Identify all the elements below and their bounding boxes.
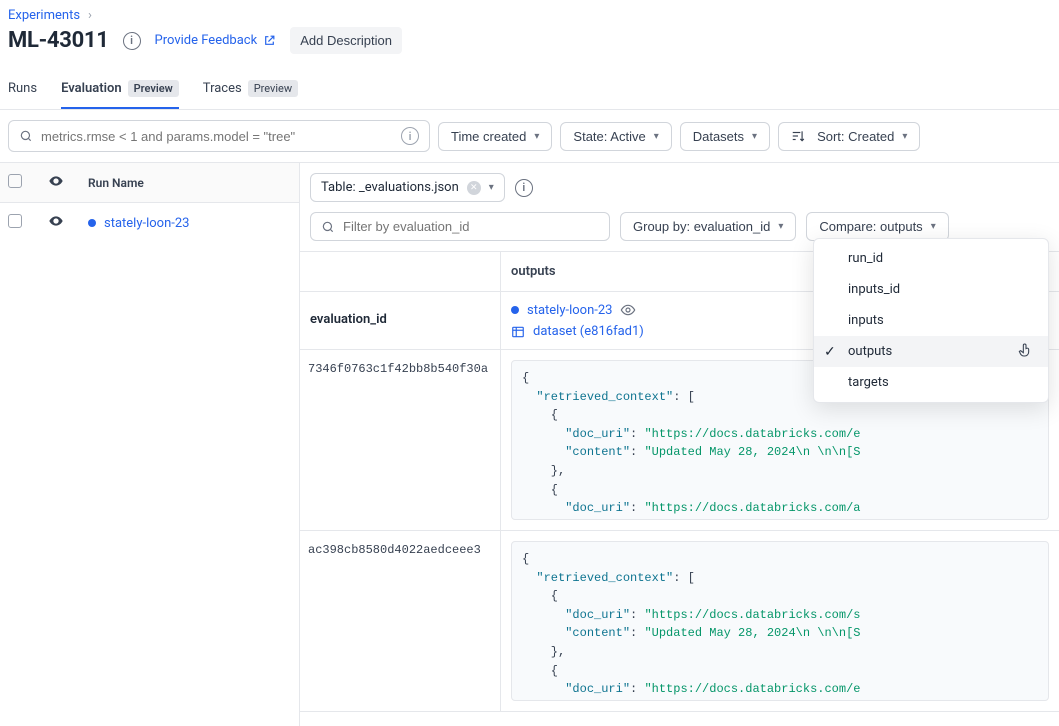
table-selector[interactable]: Table: _evaluations.json ✕ ▾: [310, 173, 505, 202]
chevron-down-icon: ▾: [752, 131, 757, 142]
search-input[interactable]: [41, 129, 393, 144]
search-box[interactable]: i: [8, 120, 430, 152]
compare-option-label: inputs: [848, 313, 884, 328]
info-icon[interactable]: i: [123, 32, 141, 50]
sort-icon: [791, 129, 805, 143]
compare-option-label: outputs: [848, 344, 892, 359]
filter-box[interactable]: [310, 212, 610, 241]
run-name-header: Run Name: [88, 176, 291, 190]
runs-pane: Run Name stately-loon-23: [0, 163, 300, 726]
eval-toolbar-1: Table: _evaluations.json ✕ ▾ i: [300, 163, 1059, 212]
search-icon: [321, 220, 335, 234]
chevron-down-icon: ▾: [654, 131, 659, 142]
tab-runs[interactable]: Runs: [8, 70, 37, 109]
compare-menu: run_id inputs_idinputs ✓ outputs targets: [813, 238, 1049, 403]
datasets-label: Datasets: [693, 129, 744, 144]
time-created-label: Time created: [451, 129, 526, 144]
state-dropdown[interactable]: State: Active ▾: [560, 122, 671, 151]
state-label: State: Active: [573, 129, 645, 144]
compare-dropdown[interactable]: Compare: outputs ▾: [806, 212, 948, 241]
breadcrumb-experiments[interactable]: Experiments: [8, 8, 80, 23]
toolbar: i Time created ▾ State: Active ▾ Dataset…: [0, 110, 1059, 162]
evaluation-pane: Table: _evaluations.json ✕ ▾ i Group by:…: [300, 163, 1059, 726]
sort-dropdown[interactable]: Sort: Created ▾: [778, 122, 920, 151]
eye-icon[interactable]: [620, 302, 636, 318]
check-icon: ✓: [824, 344, 836, 360]
status-dot-icon: [88, 219, 96, 227]
run-name-label: stately-loon-23: [104, 216, 189, 231]
run-link[interactable]: stately-loon-23: [527, 303, 612, 318]
tab-runs-label: Runs: [8, 81, 37, 96]
info-icon[interactable]: i: [515, 179, 533, 197]
provide-feedback-label: Provide Feedback: [155, 33, 258, 48]
search-icon: [19, 129, 33, 143]
chevron-down-icon: ▾: [489, 182, 494, 193]
sort-label: Sort: Created: [817, 129, 894, 144]
compare-option-label: run_id: [848, 251, 883, 266]
group-by-label: Group by: evaluation_id: [633, 219, 770, 234]
chevron-down-icon: ▾: [902, 131, 907, 142]
chevron-down-icon: ▾: [931, 221, 936, 232]
compare-option-label: inputs_id: [848, 282, 900, 297]
outputs-cell: { "retrieved_context": [ { "doc_uri": "h…: [500, 531, 1059, 711]
visibility-header-icon[interactable]: [48, 173, 88, 192]
compare-option-targets[interactable]: targets: [814, 367, 1048, 398]
select-all-checkbox[interactable]: [8, 174, 22, 188]
eval-row: ac398cb8580d4022aedceee3{ "retrieved_con…: [300, 531, 1059, 712]
filter-input[interactable]: [343, 219, 599, 234]
clear-table-icon[interactable]: ✕: [467, 181, 481, 195]
compare-label: Compare: outputs: [819, 219, 922, 234]
tab-evaluation-label: Evaluation: [61, 81, 122, 96]
add-description-button[interactable]: Add Description: [290, 27, 402, 54]
evaluation-id-cell[interactable]: 7346f0763c1f42bb8b540f30a: [300, 350, 500, 530]
preview-badge: Preview: [248, 80, 298, 97]
compare-option-outputs[interactable]: ✓ outputs: [814, 336, 1048, 367]
breadcrumb: Experiments ›: [0, 0, 1059, 27]
evaluation-id-cell[interactable]: ac398cb8580d4022aedceee3: [300, 531, 500, 711]
tab-evaluation[interactable]: Evaluation Preview: [61, 70, 179, 109]
datasets-dropdown[interactable]: Datasets ▾: [680, 122, 770, 151]
run-checkbox[interactable]: [8, 214, 22, 228]
tab-traces[interactable]: Traces Preview: [203, 70, 298, 109]
evaluation-id-header: evaluation_id: [300, 292, 500, 350]
chevron-right-icon: ›: [88, 8, 92, 23]
dataset-icon: [511, 325, 525, 339]
title-row: ML-43011 i Provide Feedback Add Descript…: [0, 27, 1059, 64]
page-title: ML-43011: [8, 28, 109, 53]
provide-feedback-link[interactable]: Provide Feedback: [155, 33, 277, 48]
tabs: Runs Evaluation Preview Traces Preview: [0, 70, 1059, 110]
compare-option-label: targets: [848, 375, 889, 390]
chevron-down-icon: ▾: [534, 131, 539, 142]
compare-option-run_id[interactable]: run_id: [814, 243, 1048, 274]
compare-option-inputs_id[interactable]: inputs_id: [814, 274, 1048, 305]
dataset-link[interactable]: dataset (e816fad1): [533, 324, 644, 339]
visibility-toggle-icon[interactable]: [48, 213, 88, 233]
split-pane: Run Name stately-loon-23 Table: _evaluat…: [0, 162, 1059, 726]
run-row[interactable]: stately-loon-23: [0, 203, 299, 243]
tab-traces-label: Traces: [203, 81, 242, 96]
table-label: Table: _evaluations.json: [321, 180, 459, 195]
run-link[interactable]: stately-loon-23: [88, 216, 291, 231]
info-icon[interactable]: i: [401, 127, 419, 145]
preview-badge: Preview: [128, 80, 179, 97]
external-link-icon: [263, 34, 276, 47]
group-by-dropdown[interactable]: Group by: evaluation_id ▾: [620, 212, 796, 241]
chevron-down-icon: ▾: [778, 221, 783, 232]
cursor-icon: [1018, 342, 1034, 362]
status-dot-icon: [511, 306, 519, 314]
runs-header: Run Name: [0, 163, 299, 203]
time-created-dropdown[interactable]: Time created ▾: [438, 122, 552, 151]
json-preview[interactable]: { "retrieved_context": [ { "doc_uri": "h…: [511, 541, 1049, 701]
compare-option-inputs[interactable]: inputs: [814, 305, 1048, 336]
